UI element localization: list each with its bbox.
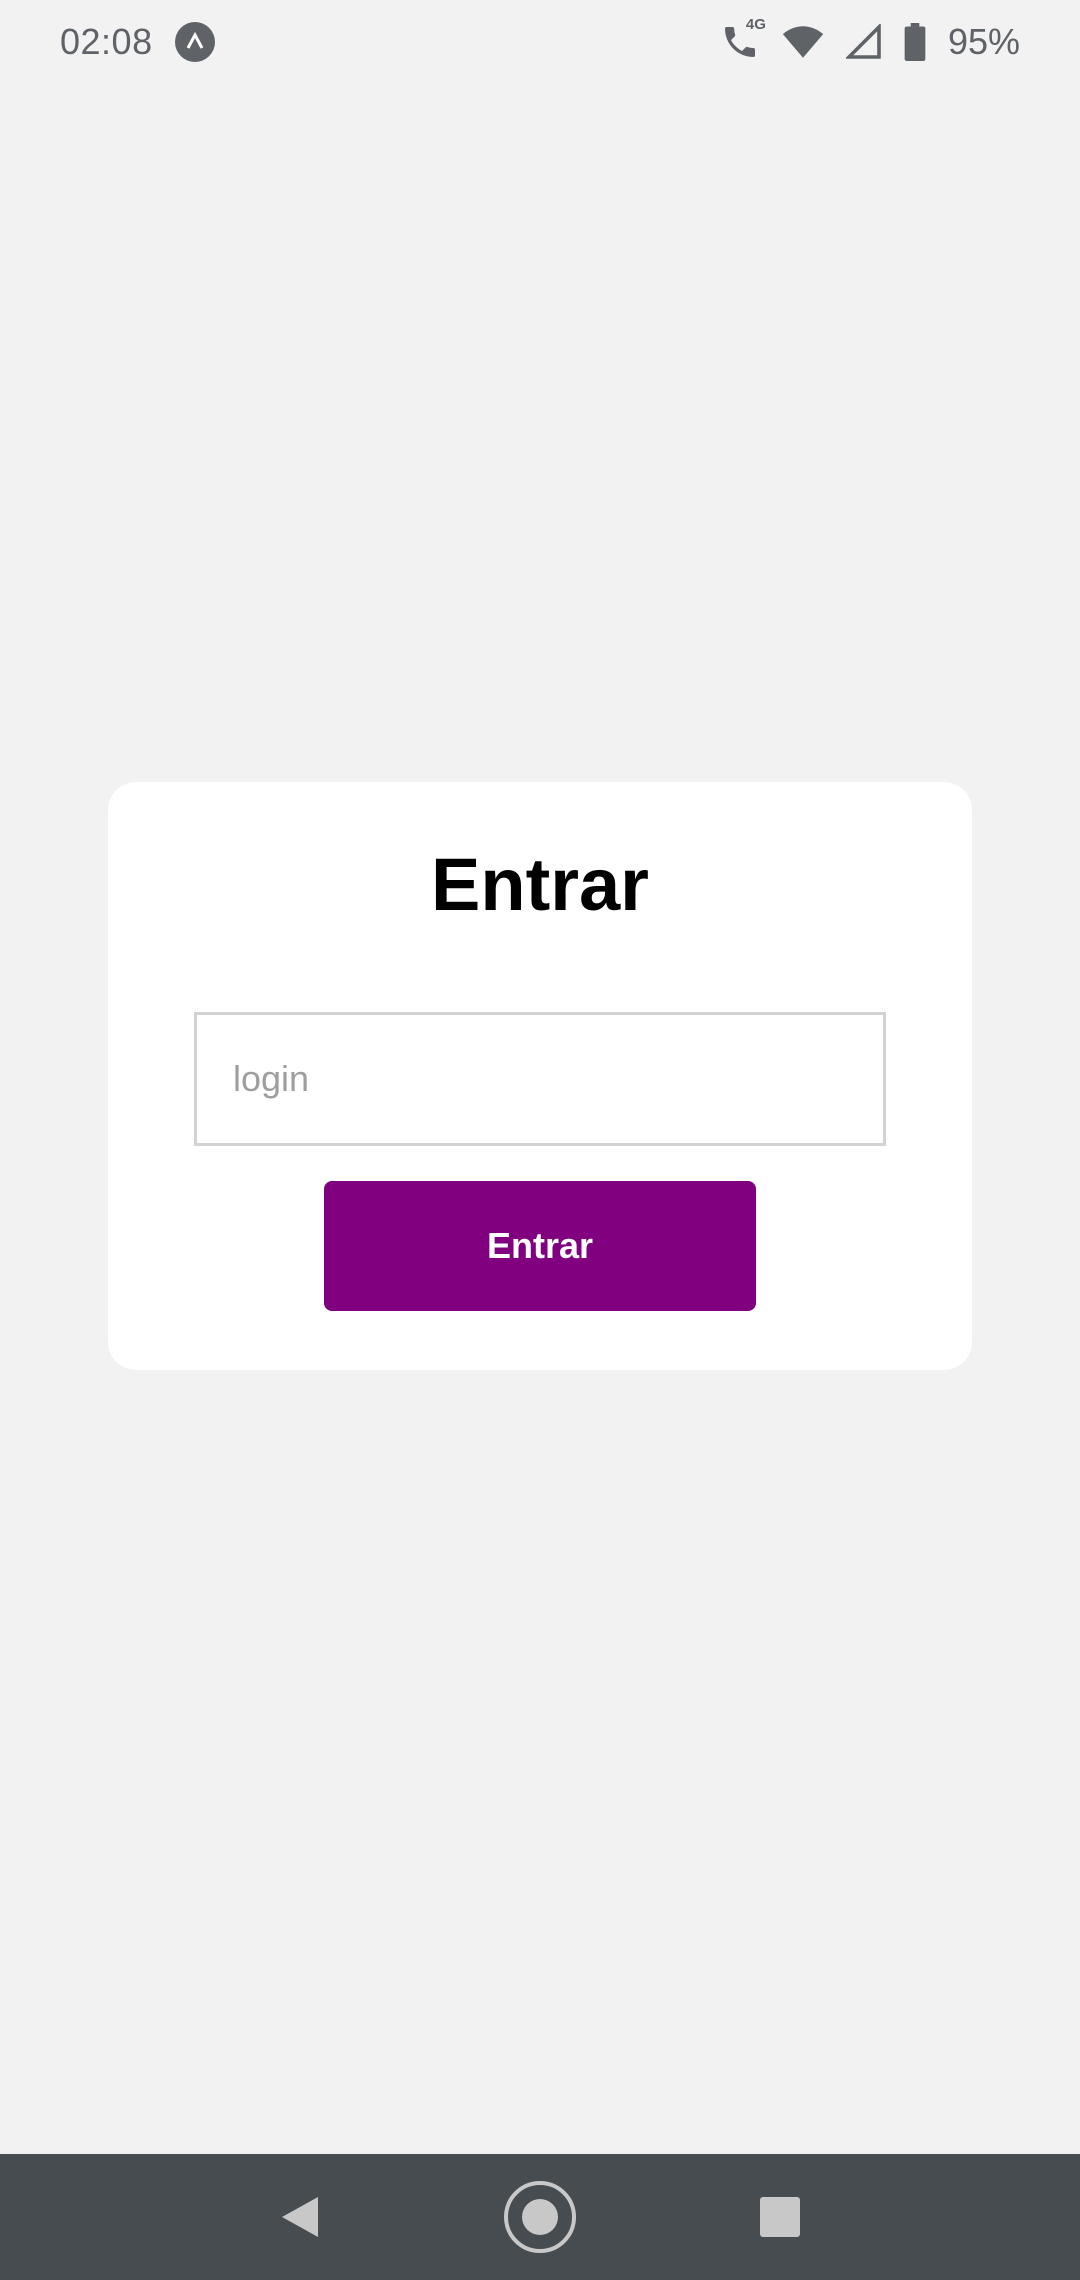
battery-icon <box>904 23 926 61</box>
status-time: 02:08 <box>60 21 153 62</box>
phone-4g-icon: 4G <box>720 16 766 62</box>
back-triangle-icon[interactable] <box>252 2169 348 2265</box>
status-bar: 02:08 4G 95% <box>0 0 1080 84</box>
wifi-icon <box>782 24 824 60</box>
recents-square-icon[interactable] <box>732 2169 828 2265</box>
caret-up-icon <box>174 22 215 62</box>
call-network-label: 4G <box>745 16 766 33</box>
home-circle-icon[interactable] <box>492 2169 588 2265</box>
cell-signal-icon <box>845 24 882 60</box>
page-title: Entrar <box>431 843 649 926</box>
status-left: 02:08 <box>60 21 215 63</box>
battery-percent: 95% <box>947 21 1020 62</box>
navigation-bar <box>0 2154 1080 2280</box>
submit-button[interactable]: Entrar <box>324 1181 756 1311</box>
login-input[interactable] <box>194 1012 886 1146</box>
status-right: 4G 95% <box>720 16 1020 63</box>
